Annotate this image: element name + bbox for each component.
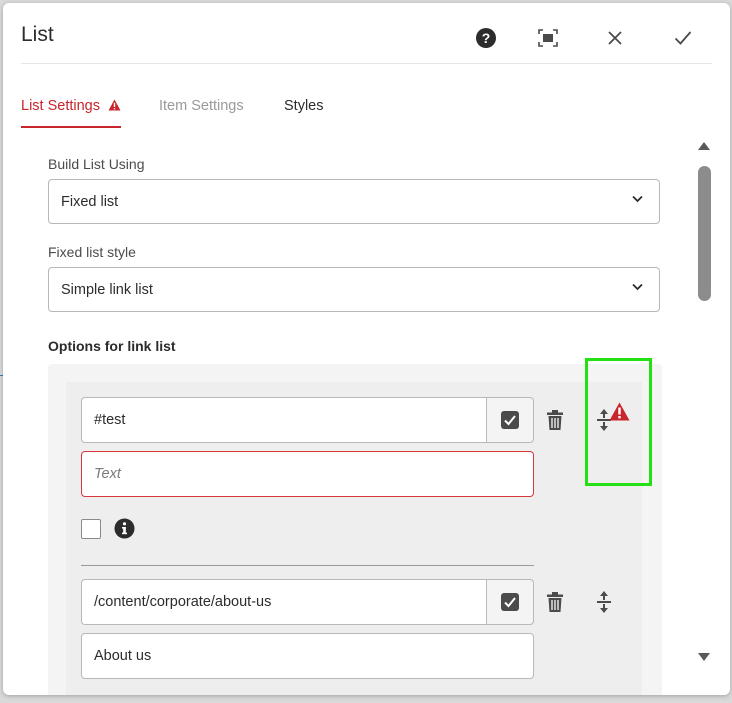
checkbox-checked-icon bbox=[501, 411, 519, 429]
input-value: About us bbox=[94, 648, 152, 664]
close-button[interactable] bbox=[602, 25, 628, 51]
scroll-up-button[interactable] bbox=[696, 140, 712, 152]
scroll-down-button[interactable] bbox=[696, 651, 712, 663]
list-dialog: List ? List Settings Item Settings Style… bbox=[3, 3, 730, 695]
item-checkbox[interactable] bbox=[81, 519, 101, 539]
fullscreen-button[interactable] bbox=[535, 25, 561, 51]
chevron-down-icon bbox=[632, 195, 643, 203]
path-picker-button[interactable] bbox=[486, 397, 534, 443]
checkmark-icon bbox=[674, 31, 692, 45]
active-tab-indicator bbox=[21, 126, 121, 128]
input-value: #test bbox=[94, 412, 126, 428]
link-path-input[interactable]: /content/corporate/about-us bbox=[81, 579, 486, 625]
link-path-input[interactable]: #test bbox=[81, 397, 486, 443]
help-button[interactable]: ? bbox=[473, 25, 499, 51]
path-picker-button[interactable] bbox=[486, 579, 534, 625]
delete-item-button[interactable] bbox=[541, 588, 569, 616]
triangle-up-icon bbox=[698, 142, 710, 150]
tab-label: Styles bbox=[284, 98, 324, 114]
tab-styles[interactable]: Styles bbox=[284, 98, 324, 114]
input-value: /content/corporate/about-us bbox=[94, 594, 272, 610]
list-style-label: Fixed list style bbox=[48, 244, 136, 260]
info-icon bbox=[114, 518, 135, 539]
chevron-down-icon bbox=[632, 283, 643, 291]
tab-list-settings[interactable]: List Settings bbox=[21, 98, 121, 114]
dialog-title: List bbox=[21, 23, 54, 46]
reorder-handle[interactable] bbox=[590, 588, 618, 616]
highlight-box bbox=[585, 358, 652, 486]
tab-item-settings[interactable]: Item Settings bbox=[159, 98, 244, 114]
close-icon bbox=[608, 31, 622, 45]
trash-icon bbox=[547, 592, 563, 612]
scrollbar[interactable] bbox=[692, 138, 716, 678]
delete-item-button[interactable] bbox=[541, 406, 569, 434]
select-value: Fixed list bbox=[61, 193, 119, 210]
fullscreen-icon bbox=[538, 29, 558, 47]
tab-label: Item Settings bbox=[159, 98, 244, 114]
help-icon: ? bbox=[476, 28, 496, 48]
link-list-multifield: #test Text /content/corporate/about-us A… bbox=[48, 364, 662, 695]
item-divider bbox=[81, 565, 534, 566]
triangle-down-icon bbox=[698, 653, 710, 661]
warning-icon bbox=[108, 99, 121, 111]
link-text-input[interactable]: Text bbox=[81, 451, 534, 497]
options-section-label: Options for link list bbox=[48, 338, 176, 354]
done-button[interactable] bbox=[670, 25, 696, 51]
drag-handle-icon bbox=[597, 591, 611, 613]
trash-icon bbox=[547, 410, 563, 430]
multifield-items: #test Text /content/corporate/about-us A… bbox=[66, 382, 642, 695]
svg-text:?: ? bbox=[482, 30, 491, 46]
scroll-thumb[interactable] bbox=[698, 166, 711, 301]
link-text-input[interactable]: About us bbox=[81, 633, 534, 679]
checkbox-checked-icon bbox=[501, 593, 519, 611]
select-value: Simple link list bbox=[61, 281, 153, 298]
build-list-select[interactable]: Fixed list bbox=[48, 179, 660, 224]
input-placeholder: Text bbox=[94, 466, 121, 482]
list-style-select[interactable]: Simple link list bbox=[48, 267, 660, 312]
build-list-label: Build List Using bbox=[48, 156, 145, 172]
tab-label: List Settings bbox=[21, 98, 100, 114]
header-divider bbox=[21, 63, 712, 64]
